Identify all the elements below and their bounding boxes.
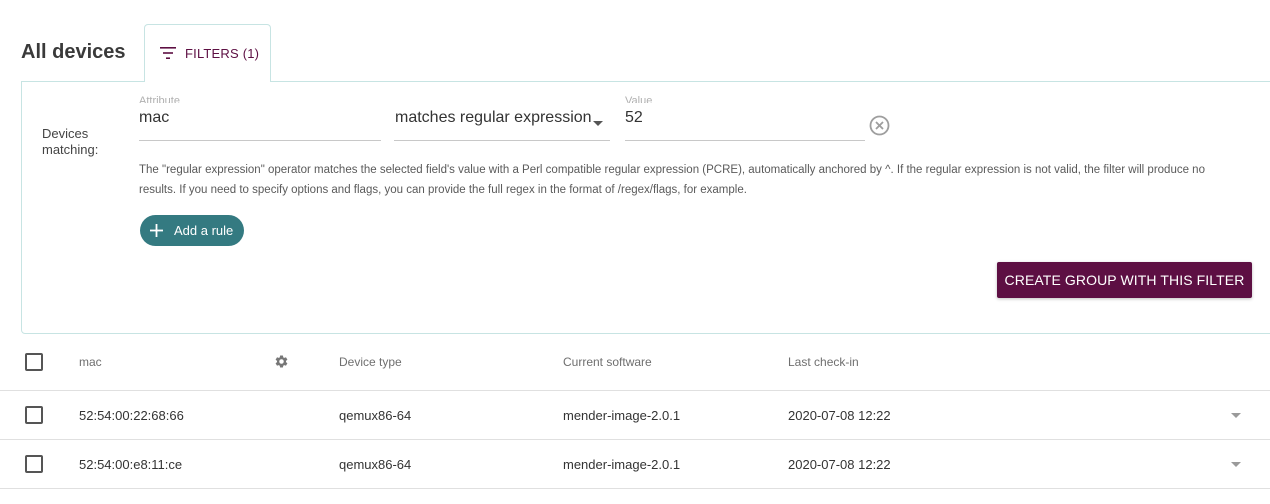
row-checkbox[interactable] (25, 455, 43, 473)
column-header-last-check-in[interactable]: Last check-in (788, 355, 859, 369)
attribute-label: Attribute (139, 95, 180, 103)
device-software: mender-image-2.0.1 (563, 457, 681, 472)
expand-row-icon[interactable] (1231, 462, 1241, 467)
filters-tab[interactable]: FILTERS (1) (144, 24, 271, 82)
page-title: All devices (21, 41, 126, 63)
value-field[interactable]: Value 52 (625, 95, 865, 141)
table-row[interactable]: 52:54:00:22:68:66 qemux86-64 mender-imag… (0, 391, 1270, 440)
device-software: mender-image-2.0.1 (563, 408, 681, 423)
value-input[interactable]: 52 (625, 109, 643, 127)
table-row[interactable]: 52:54:00:e8:11:ce qemux86-64 mender-imag… (0, 440, 1270, 489)
device-mac: 52:54:00:e8:11:ce (79, 457, 183, 472)
table-header-row: mac Device type Current software Last ch… (0, 334, 1270, 391)
devices-matching-label: Devices matching: (42, 126, 102, 158)
operator-value: matches regular expression (395, 109, 592, 126)
create-group-button[interactable]: CREATE GROUP WITH THIS FILTER (997, 262, 1252, 298)
device-last-check-in: 2020-07-08 12:22 (788, 457, 891, 472)
attribute-input[interactable]: mac (139, 109, 169, 127)
add-rule-label: Add a rule (174, 223, 234, 238)
column-header-mac[interactable]: mac (79, 355, 102, 369)
attribute-field[interactable]: Attribute mac (139, 95, 381, 141)
attribute-underline (139, 140, 381, 141)
filters-tab-label: FILTERS (1) (185, 46, 260, 61)
filter-list-icon (160, 47, 176, 59)
operator-select[interactable]: matches regular expression (394, 102, 610, 141)
operator-underline (394, 140, 610, 141)
row-checkbox[interactable] (25, 406, 43, 424)
gear-icon[interactable] (274, 354, 289, 369)
value-underline (625, 140, 865, 141)
device-type: qemux86-64 (339, 408, 412, 423)
column-header-device-type[interactable]: Device type (339, 355, 402, 369)
add-rule-button[interactable]: Add a rule (140, 215, 244, 246)
operator-help-text: The "regular expression" operator matche… (139, 164, 1205, 196)
device-mac: 52:54:00:22:68:66 (79, 408, 184, 423)
select-all-checkbox[interactable] (25, 353, 43, 371)
expand-row-icon[interactable] (1231, 413, 1241, 418)
device-last-check-in: 2020-07-08 12:22 (788, 408, 891, 423)
column-header-current-software[interactable]: Current software (563, 355, 652, 369)
dropdown-caret-icon (593, 121, 603, 126)
device-type: qemux86-64 (339, 457, 412, 472)
value-label: Value (625, 95, 653, 103)
remove-filter-icon[interactable] (869, 115, 890, 136)
plus-icon (150, 224, 163, 237)
devices-matching-text: Devices matching: (42, 126, 99, 157)
